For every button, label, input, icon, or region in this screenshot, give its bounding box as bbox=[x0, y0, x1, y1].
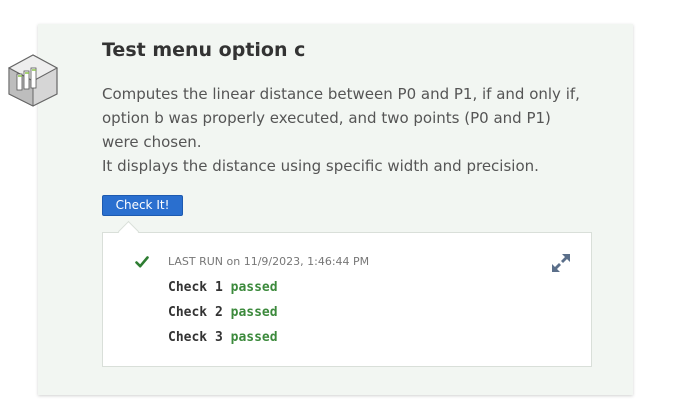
check-status: passed bbox=[230, 330, 278, 345]
checkmark-icon bbox=[135, 256, 149, 268]
stairs-task-icon bbox=[7, 54, 59, 107]
expand-arrows-icon[interactable] bbox=[550, 252, 572, 274]
task-title: Test menu option c bbox=[102, 39, 306, 61]
check-label: Check 2 bbox=[168, 305, 223, 320]
check-label: Check 1 bbox=[168, 280, 223, 295]
check-label: Check 3 bbox=[168, 330, 223, 345]
description-line-1: Computes the linear distance between P0 … bbox=[102, 85, 580, 151]
check-status: passed bbox=[230, 305, 278, 320]
last-run-label: LAST RUN bbox=[168, 255, 224, 268]
check-result-line: Check 3 passed bbox=[168, 330, 278, 345]
description-line-2: It displays the distance using specific … bbox=[102, 157, 539, 175]
last-run-info: LAST RUN on 11/9/2023, 1:46:44 PM bbox=[168, 255, 369, 268]
task-description: Computes the linear distance between P0 … bbox=[102, 82, 592, 178]
last-run-date: on 11/9/2023, 1:46:44 PM bbox=[226, 255, 370, 268]
check-result-line: Check 2 passed bbox=[168, 305, 278, 320]
check-result-line: Check 1 passed bbox=[168, 280, 278, 295]
check-status: passed bbox=[230, 280, 278, 295]
check-it-button[interactable]: Check It! bbox=[102, 195, 183, 216]
last-run-result-panel bbox=[102, 232, 592, 367]
